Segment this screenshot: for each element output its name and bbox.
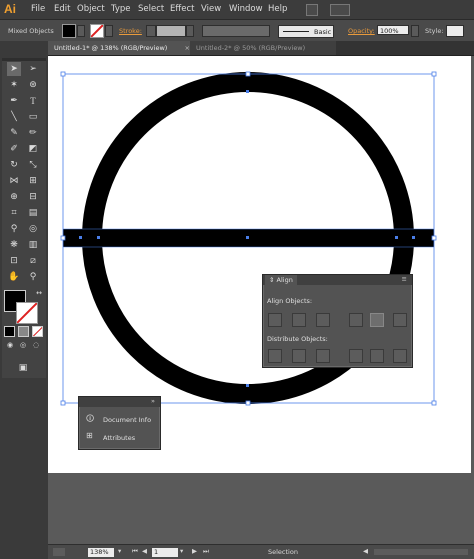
- document-info-icon: 🛈: [86, 414, 95, 423]
- collapsed-panels-header[interactable]: »: [79, 397, 160, 407]
- attributes-icon: ⊞: [86, 431, 93, 440]
- status-bar: 138% ▾ ⏮ ◀ 1 ▾ ▶ ⏭ Selection ◀: [48, 544, 474, 559]
- attributes-label: Attributes: [103, 434, 136, 442]
- first-artboard-icon[interactable]: ⏮: [132, 547, 138, 556]
- status-icon[interactable]: [53, 548, 65, 556]
- align-panel-tab[interactable]: ⇕ Align: [265, 275, 297, 285]
- horizontal-distribute-center-icon[interactable]: [370, 349, 384, 363]
- horizontal-align-center-icon[interactable]: [292, 313, 306, 327]
- horizontal-scrollbar[interactable]: [374, 549, 468, 555]
- vertical-distribute-center-icon[interactable]: [292, 349, 306, 363]
- last-artboard-icon[interactable]: ⏭: [203, 547, 209, 556]
- zoom-field[interactable]: 138%: [88, 548, 114, 557]
- panel-menu-icon[interactable]: ≡: [402, 275, 407, 283]
- artboard-number-field[interactable]: 1: [152, 548, 178, 557]
- vertical-distribute-bottom-icon[interactable]: [316, 349, 330, 363]
- document-info-item[interactable]: 🛈 Document Info: [83, 411, 157, 427]
- horizontal-align-left-icon[interactable]: [268, 313, 282, 327]
- align-panel-title: Align: [276, 276, 293, 284]
- zoom-dropdown-icon[interactable]: ▾: [118, 547, 121, 555]
- previous-artboard-icon[interactable]: ◀: [142, 547, 147, 555]
- vertical-align-top-icon[interactable]: [349, 313, 363, 327]
- collapsed-panels: » 🛈 Document Info ⊞ Attributes: [78, 396, 161, 450]
- horizontal-distribute-left-icon[interactable]: [349, 349, 363, 363]
- horizontal-distribute-right-icon[interactable]: [393, 349, 407, 363]
- vertical-distribute-top-icon[interactable]: [268, 349, 282, 363]
- horizontal-align-right-icon[interactable]: [316, 313, 330, 327]
- vertical-align-center-icon[interactable]: [370, 313, 384, 327]
- artboard-dropdown-icon[interactable]: ▾: [180, 547, 183, 555]
- attributes-item[interactable]: ⊞ Attributes: [83, 429, 157, 445]
- status-scroll-left-icon[interactable]: ◀: [363, 547, 368, 555]
- collapse-icon: ⇕: [269, 276, 277, 284]
- align-panel-header[interactable]: ⇕ Align ≡: [263, 275, 412, 285]
- center-point: [246, 236, 249, 239]
- distribute-objects-label: Distribute Objects:: [267, 335, 328, 343]
- document-info-label: Document Info: [103, 416, 152, 424]
- next-artboard-icon[interactable]: ▶: [192, 547, 197, 555]
- align-panel: ⇕ Align ≡ Align Objects: Distribute Obje…: [262, 274, 413, 368]
- align-objects-label: Align Objects:: [267, 297, 313, 305]
- status-mode-text[interactable]: Selection: [268, 548, 298, 556]
- expand-panels-icon[interactable]: »: [151, 397, 155, 405]
- vertical-align-bottom-icon[interactable]: [393, 313, 407, 327]
